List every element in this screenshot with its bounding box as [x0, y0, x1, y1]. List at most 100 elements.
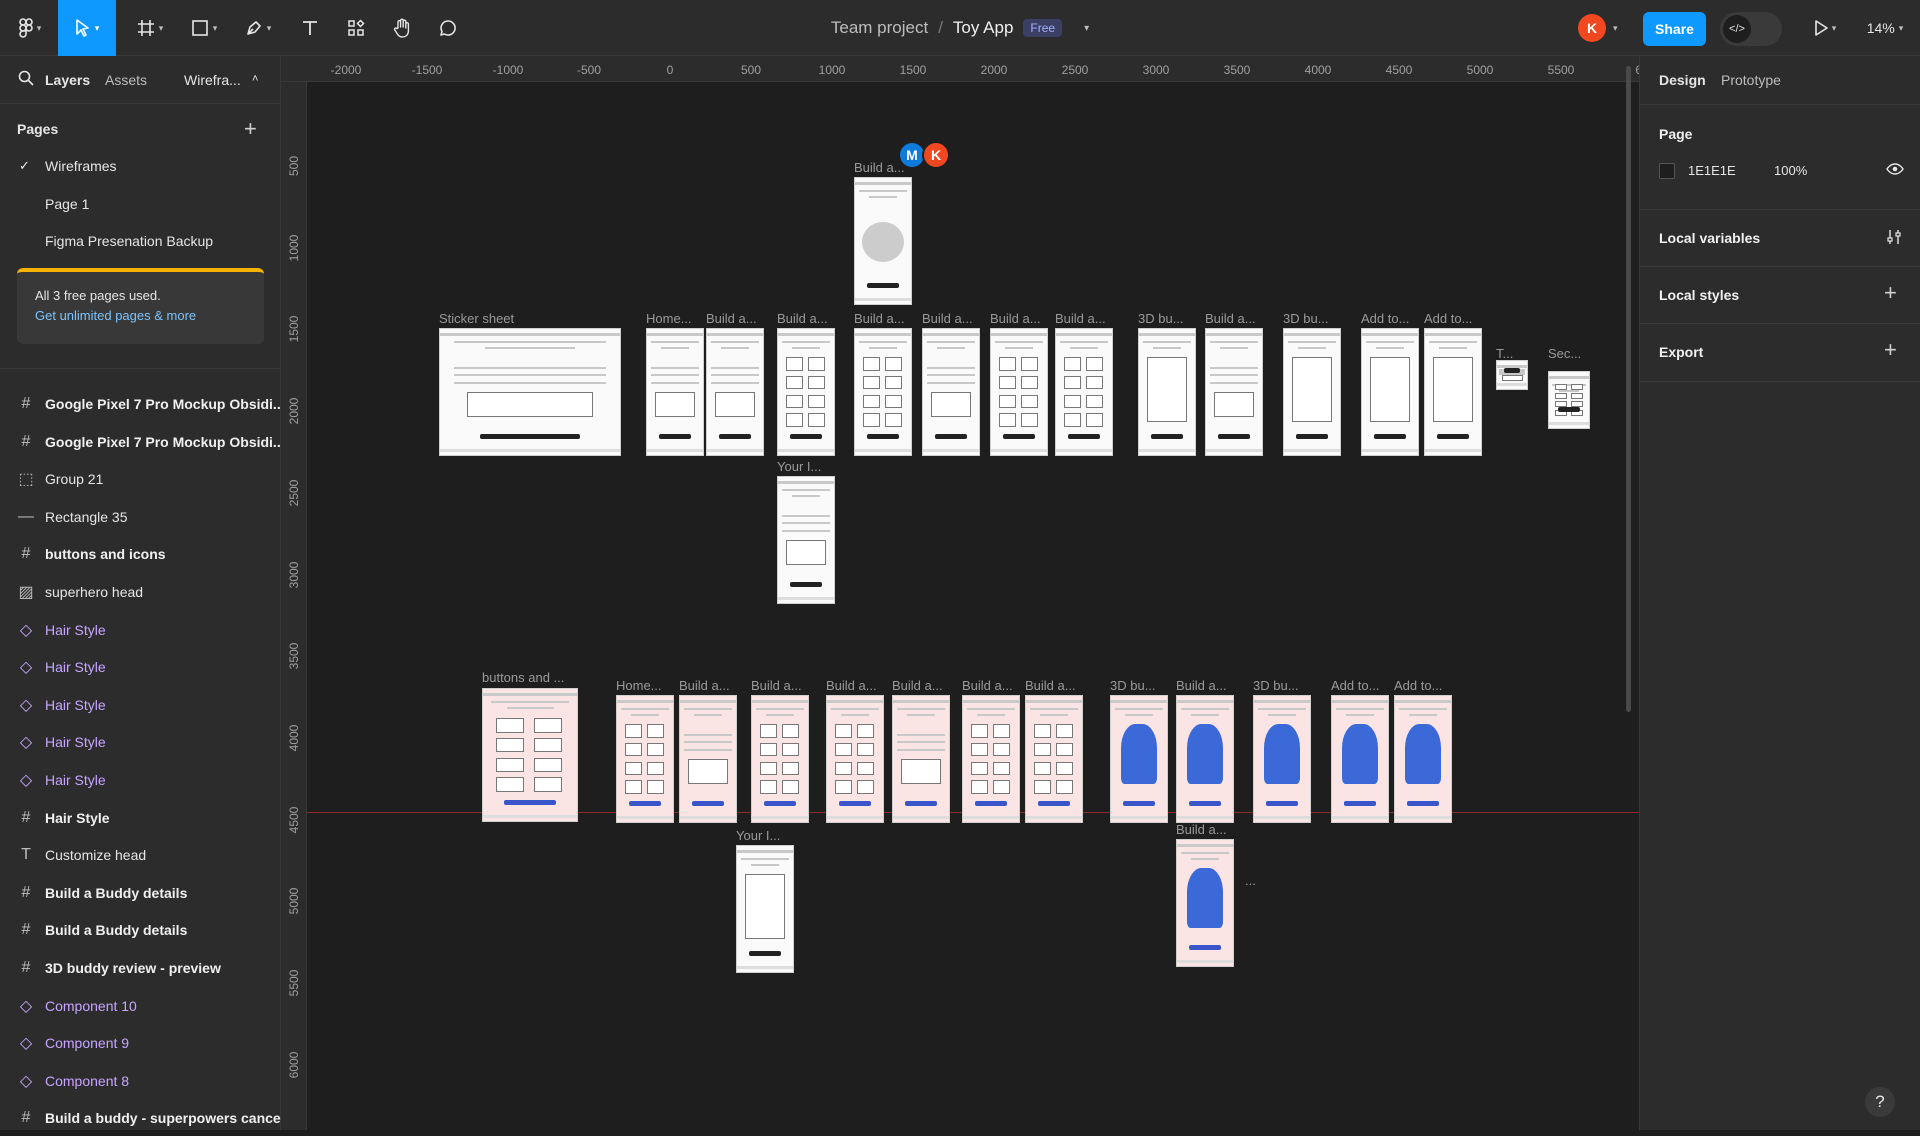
frame-label[interactable]: Build a... [854, 311, 905, 326]
chevron-down-icon[interactable]: ▾ [1084, 23, 1089, 34]
frame-thumbnail[interactable] [1283, 328, 1341, 456]
frame-label[interactable]: Build a... [962, 678, 1013, 693]
frame-label[interactable]: 3D bu... [1110, 678, 1156, 693]
canvas-scrollbar[interactable] [1626, 66, 1631, 712]
team-breadcrumb[interactable]: Team project [831, 18, 928, 38]
frame-thumbnail[interactable] [1424, 328, 1482, 456]
export-title[interactable]: Export [1659, 344, 1703, 360]
frame-thumbnail[interactable] [616, 695, 674, 823]
text-tool-button[interactable] [292, 0, 328, 56]
frame-label[interactable]: ... [1245, 873, 1256, 888]
move-tool-button[interactable]: ▾ [58, 0, 116, 56]
layer-row[interactable]: # Build a buddy - superpowers cancel [0, 1100, 281, 1136]
design-canvas[interactable]: -2000 -1500 -1000 -500 0 500 1000 1500 2000 2500 3… [281, 56, 1639, 1130]
frame-label[interactable]: Add to... [1424, 311, 1472, 326]
frame-label[interactable]: Build a... [1205, 311, 1256, 326]
frame-thumbnail[interactable] [482, 688, 578, 822]
frame-label[interactable]: Home... [646, 311, 692, 326]
tab-design[interactable]: Design [1659, 72, 1706, 88]
frame-label[interactable]: Build a... [1176, 822, 1227, 837]
frame-label[interactable]: buttons and ... [482, 670, 564, 685]
layer-row[interactable]: ⬚ Group 21 [0, 461, 281, 497]
frame-thumbnail[interactable] [892, 695, 950, 823]
frame-label[interactable]: Build a... [892, 678, 943, 693]
add-export-plus-icon[interactable]: + [1884, 337, 1897, 363]
frame-thumbnail[interactable] [1176, 695, 1234, 823]
page-color-swatch[interactable] [1659, 163, 1675, 179]
layer-row[interactable]: # Hair Style [0, 800, 281, 836]
present-button[interactable]: ▾ [1805, 0, 1845, 56]
frame-thumbnail[interactable] [962, 695, 1020, 823]
frame-thumbnail[interactable] [646, 328, 704, 456]
search-icon[interactable] [18, 70, 34, 89]
local-variables-title[interactable]: Local variables [1659, 230, 1760, 246]
frame-thumbnail[interactable] [736, 845, 794, 973]
frame-label[interactable]: 3D bu... [1253, 678, 1299, 693]
frame-thumbnail[interactable] [1025, 695, 1083, 823]
layer-row[interactable]: #3D buddy review - preview [0, 950, 281, 986]
share-button[interactable]: Share [1643, 12, 1706, 46]
tab-assets[interactable]: Assets [105, 72, 147, 88]
layer-row[interactable]: ◇ Component 9 [0, 1025, 281, 1061]
layer-row[interactable]: # Google Pixel 7 Pro Mockup Obsidi... [0, 424, 281, 460]
zoom-menu[interactable]: 14% ▾ [1857, 0, 1913, 56]
frame-label[interactable]: Sticker sheet [439, 311, 514, 326]
frame-label[interactable]: Build a... [854, 160, 905, 175]
page-item-wireframes[interactable]: ✓ Wireframes [0, 148, 281, 184]
page-item-presentation-backup[interactable]: Figma Presenation Backup [0, 223, 281, 259]
frame-thumbnail[interactable] [1110, 695, 1168, 823]
frame-thumbnail[interactable] [751, 695, 809, 823]
frame-label[interactable]: Build a... [706, 311, 757, 326]
frame-thumbnail[interactable] [679, 695, 737, 823]
dev-mode-toggle[interactable]: </> [1720, 12, 1782, 46]
frame-thumbnail[interactable] [1394, 695, 1452, 823]
shape-tool-button[interactable]: ▾ [182, 0, 226, 56]
layer-row[interactable]: ◇ Hair Style [0, 649, 281, 685]
file-name[interactable]: Toy App [953, 18, 1014, 38]
frame-label[interactable]: Add to... [1361, 311, 1409, 326]
layer-row[interactable]: ◇ Hair Style [0, 687, 281, 723]
frame-label[interactable]: T... [1496, 346, 1513, 361]
frame-label[interactable]: Build a... [922, 311, 973, 326]
multiplayer-avatars[interactable]: K ▾ [1578, 14, 1618, 42]
frame-thumbnail[interactable] [777, 476, 835, 604]
frame-thumbnail[interactable] [777, 328, 835, 456]
help-button[interactable]: ? [1865, 1087, 1895, 1117]
page-color-value[interactable]: 1E1E1E [1688, 163, 1736, 178]
pen-tool-button[interactable]: ▾ [236, 0, 280, 56]
frame-label[interactable]: Your I... [777, 459, 821, 474]
main-menu-button[interactable]: ▾ [8, 0, 52, 56]
frame-thumbnail[interactable] [1176, 839, 1234, 967]
frame-label[interactable]: Sec... [1548, 346, 1581, 361]
chevron-up-icon[interactable]: ˄ [252, 73, 258, 85]
add-style-plus-icon[interactable]: + [1884, 280, 1897, 306]
eye-icon[interactable] [1886, 162, 1904, 181]
layer-row[interactable]: ▨ superhero head [0, 574, 281, 610]
page-opacity-value[interactable]: 100% [1774, 163, 1807, 178]
frame-thumbnail[interactable] [439, 328, 621, 456]
frame-thumbnail[interactable] [706, 328, 764, 456]
resources-button[interactable] [338, 0, 374, 56]
hand-tool-button[interactable] [384, 0, 420, 56]
frame-thumbnail[interactable] [922, 328, 980, 456]
layer-row[interactable]: # Build a Buddy details [0, 912, 281, 948]
frame-label[interactable]: Your I... [736, 828, 780, 843]
page-item-page-1[interactable]: Page 1 [0, 186, 281, 222]
page-switcher[interactable]: Wirefra... [184, 72, 241, 88]
layer-row[interactable]: # Build a Buddy details [0, 875, 281, 911]
tab-layers[interactable]: Layers [45, 72, 90, 88]
layer-row[interactable]: ◇ Hair Style [0, 724, 281, 760]
collaborator-avatar[interactable]: K [922, 141, 950, 169]
upgrade-link[interactable]: Get unlimited pages & more [35, 308, 246, 323]
frame-thumbnail[interactable] [1253, 695, 1311, 823]
layer-row[interactable]: ◇ Component 8 [0, 1063, 281, 1099]
variables-sliders-icon[interactable] [1886, 229, 1902, 250]
layer-row[interactable]: T Customize head [0, 837, 281, 873]
frame-label[interactable]: Add to... [1394, 678, 1442, 693]
frame-label[interactable]: Build a... [990, 311, 1041, 326]
frame-thumbnail[interactable] [1496, 360, 1528, 390]
layer-row[interactable]: ◇ Hair Style [0, 762, 281, 798]
user-avatar[interactable]: K [1578, 14, 1606, 42]
comment-tool-button[interactable] [430, 0, 466, 56]
frame-label[interactable]: Build a... [1176, 678, 1227, 693]
